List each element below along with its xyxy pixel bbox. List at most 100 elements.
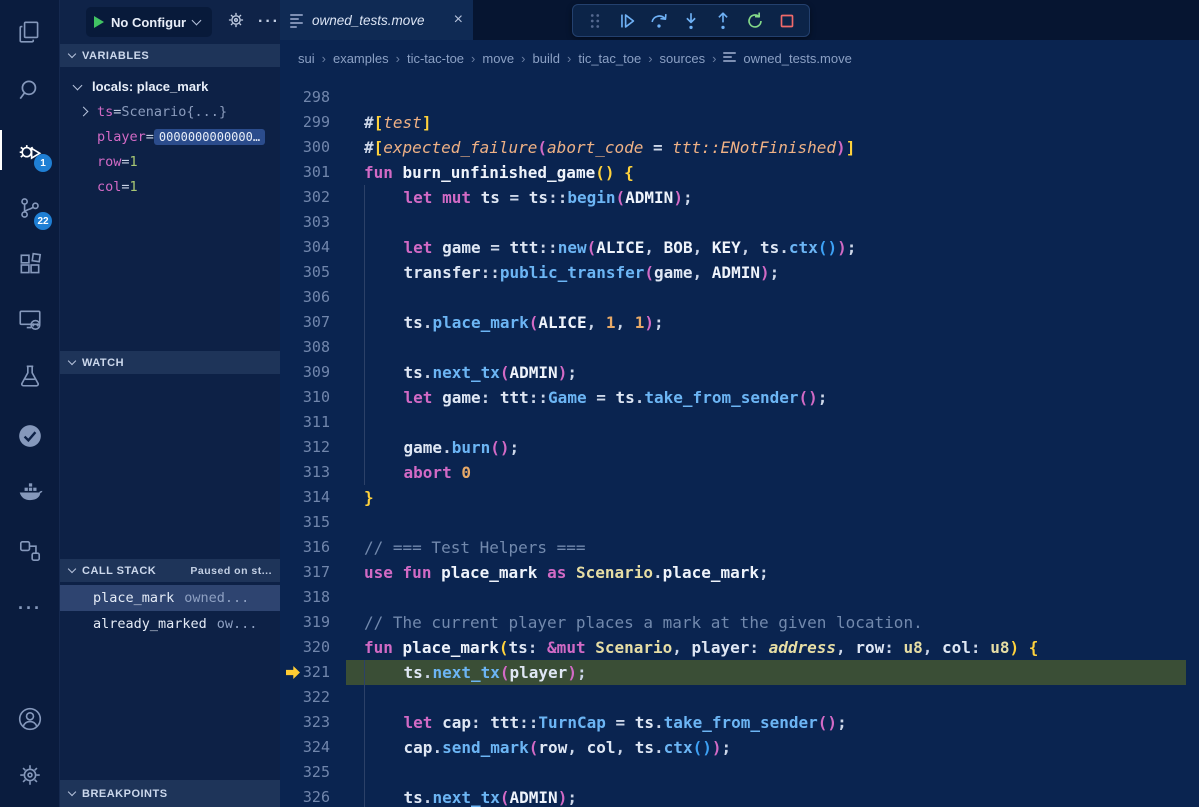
line-number-gutter[interactable]: 306: [280, 285, 346, 310]
call-stack-frame[interactable]: place_markowned...: [60, 585, 280, 611]
continue-button[interactable]: [613, 7, 641, 35]
breadcrumb-item[interactable]: move: [482, 51, 514, 66]
code-line-content[interactable]: let mut ts = ts::begin(ADMIN);: [346, 185, 1186, 210]
variables-section-header[interactable]: VARIABLES: [60, 44, 280, 67]
code-line-content[interactable]: #[expected_failure(abort_code = ttt::ENo…: [346, 135, 1186, 160]
code-line-content[interactable]: use fun place_mark as Scenario.place_mar…: [346, 560, 1186, 585]
settings-gear-icon[interactable]: [0, 751, 60, 799]
call-stack-frame[interactable]: already_markedow...: [60, 611, 280, 637]
close-tab-icon[interactable]: ×: [454, 12, 463, 28]
code-line-content[interactable]: [346, 685, 1186, 710]
code-line-content[interactable]: [346, 510, 1186, 535]
step-into-button[interactable]: [677, 7, 705, 35]
extensions-icon[interactable]: [0, 241, 60, 289]
code-line-content[interactable]: let cap: ttt::TurnCap = ts.take_from_sen…: [346, 710, 1186, 735]
line-number-gutter[interactable]: 305: [280, 260, 346, 285]
line-number-gutter[interactable]: 312: [280, 435, 346, 460]
code-line-content[interactable]: #[test]: [346, 110, 1186, 135]
code-line-content[interactable]: ts.next_tx(ADMIN);: [346, 785, 1186, 807]
variable-row[interactable]: row = 1: [60, 149, 280, 174]
breadcrumb-item[interactable]: sui: [298, 51, 315, 66]
breakpoints-section-header[interactable]: BREAKPOINTS: [60, 780, 280, 807]
docker-icon[interactable]: [0, 468, 60, 516]
line-number-gutter[interactable]: 298: [280, 85, 346, 110]
tab-owned-tests-move[interactable]: owned_tests.move ×: [280, 0, 473, 40]
code-line-content[interactable]: ts.next_tx(ADMIN);: [346, 360, 1186, 385]
more-views-icon[interactable]: ···: [0, 584, 60, 632]
toolbar-drag-handle[interactable]: [581, 7, 609, 35]
line-number-gutter[interactable]: 325: [280, 760, 346, 785]
line-number-gutter[interactable]: 313: [280, 460, 346, 485]
line-number-gutter[interactable]: 324: [280, 735, 346, 760]
variable-row[interactable]: player = 0000000000000…: [60, 124, 280, 149]
start-debug-icon[interactable]: [94, 16, 104, 28]
line-number-gutter[interactable]: 300: [280, 135, 346, 160]
line-number-gutter[interactable]: 323: [280, 710, 346, 735]
line-number-gutter[interactable]: 317: [280, 560, 346, 585]
step-over-button[interactable]: [645, 7, 673, 35]
step-out-button[interactable]: [709, 7, 737, 35]
remote-explorer-icon[interactable]: [0, 296, 60, 344]
line-number-gutter[interactable]: 308: [280, 335, 346, 360]
code-line-content[interactable]: fun place_mark(ts: &mut Scenario, player…: [346, 635, 1186, 660]
line-number-gutter[interactable]: 299: [280, 110, 346, 135]
line-number-gutter[interactable]: 311: [280, 410, 346, 435]
line-number-gutter[interactable]: 326: [280, 785, 346, 807]
line-number-gutter[interactable]: 303: [280, 210, 346, 235]
call-stack-section-header[interactable]: CALL STACK Paused on st...: [60, 559, 280, 582]
debug-more-actions-icon[interactable]: ···: [258, 13, 280, 31]
line-number-gutter[interactable]: 322: [280, 685, 346, 710]
code-line-content[interactable]: [346, 585, 1186, 610]
variable-row[interactable]: ts = Scenario{...}: [60, 99, 280, 124]
chevron-right-icon[interactable]: [79, 107, 89, 117]
variables-scope-row[interactable]: locals: place_mark: [60, 74, 280, 99]
test-results-check-icon[interactable]: [0, 412, 60, 460]
watch-section-header[interactable]: WATCH: [60, 351, 280, 374]
code-line-content[interactable]: [346, 335, 1186, 360]
code-line-content[interactable]: game.burn();: [346, 435, 1186, 460]
line-number-gutter[interactable]: 301: [280, 160, 346, 185]
launch-config-dropdown[interactable]: No Configur: [86, 7, 212, 37]
line-number-gutter[interactable]: 307: [280, 310, 346, 335]
breadcrumb-item[interactable]: tic-tac-toe: [407, 51, 464, 66]
line-number-gutter[interactable]: 319: [280, 610, 346, 635]
debug-settings-gear-icon[interactable]: [226, 10, 246, 35]
line-number-gutter[interactable]: 318: [280, 585, 346, 610]
variable-row[interactable]: col = 1: [60, 174, 280, 199]
stop-button[interactable]: [773, 7, 801, 35]
account-icon[interactable]: [0, 695, 60, 743]
code-line-content[interactable]: // The current player places a mark at t…: [346, 610, 1186, 635]
pipeline-icon[interactable]: [0, 527, 60, 575]
source-control-icon[interactable]: 22: [0, 184, 60, 232]
code-line-content[interactable]: abort 0: [346, 460, 1186, 485]
line-number-gutter[interactable]: 302: [280, 185, 346, 210]
code-line-content[interactable]: ts.place_mark(ALICE, 1, 1);: [346, 310, 1186, 335]
breadcrumb-item[interactable]: sources: [660, 51, 706, 66]
breadcrumb-item[interactable]: tic_tac_toe: [578, 51, 641, 66]
line-number-gutter[interactable]: 309: [280, 360, 346, 385]
code-line-content[interactable]: let game: ttt::Game = ts.take_from_sende…: [346, 385, 1186, 410]
explorer-icon[interactable]: [0, 8, 60, 56]
code-line-content[interactable]: [346, 410, 1186, 435]
code-line-content[interactable]: [346, 285, 1186, 310]
line-number-gutter[interactable]: 310: [280, 385, 346, 410]
code-line-content[interactable]: let game = ttt::new(ALICE, BOB, KEY, ts.…: [346, 235, 1186, 260]
line-number-gutter[interactable]: 315: [280, 510, 346, 535]
code-line-content[interactable]: // === Test Helpers ===: [346, 535, 1186, 560]
code-line-content[interactable]: [346, 760, 1186, 785]
line-number-gutter[interactable]: 316: [280, 535, 346, 560]
run-debug-icon[interactable]: 1: [0, 126, 60, 174]
line-number-gutter[interactable]: 304: [280, 235, 346, 260]
breadcrumb-file[interactable]: owned_tests.move: [723, 51, 851, 66]
code-line-content[interactable]: fun burn_unfinished_game() {: [346, 160, 1186, 185]
search-icon[interactable]: [0, 66, 60, 114]
breadcrumb-item[interactable]: build: [533, 51, 560, 66]
code-line-content[interactable]: [346, 210, 1186, 235]
testing-beaker-icon[interactable]: [0, 352, 60, 400]
code-line-content[interactable]: transfer::public_transfer(game, ADMIN);: [346, 260, 1186, 285]
code-editor[interactable]: 298299#[test]300#[expected_failure(abort…: [280, 76, 1199, 807]
code-line-content[interactable]: ts.next_tx(player);: [346, 660, 1186, 685]
line-number-gutter[interactable]: 321: [280, 660, 346, 685]
line-number-gutter[interactable]: 320: [280, 635, 346, 660]
breadcrumb-item[interactable]: examples: [333, 51, 389, 66]
